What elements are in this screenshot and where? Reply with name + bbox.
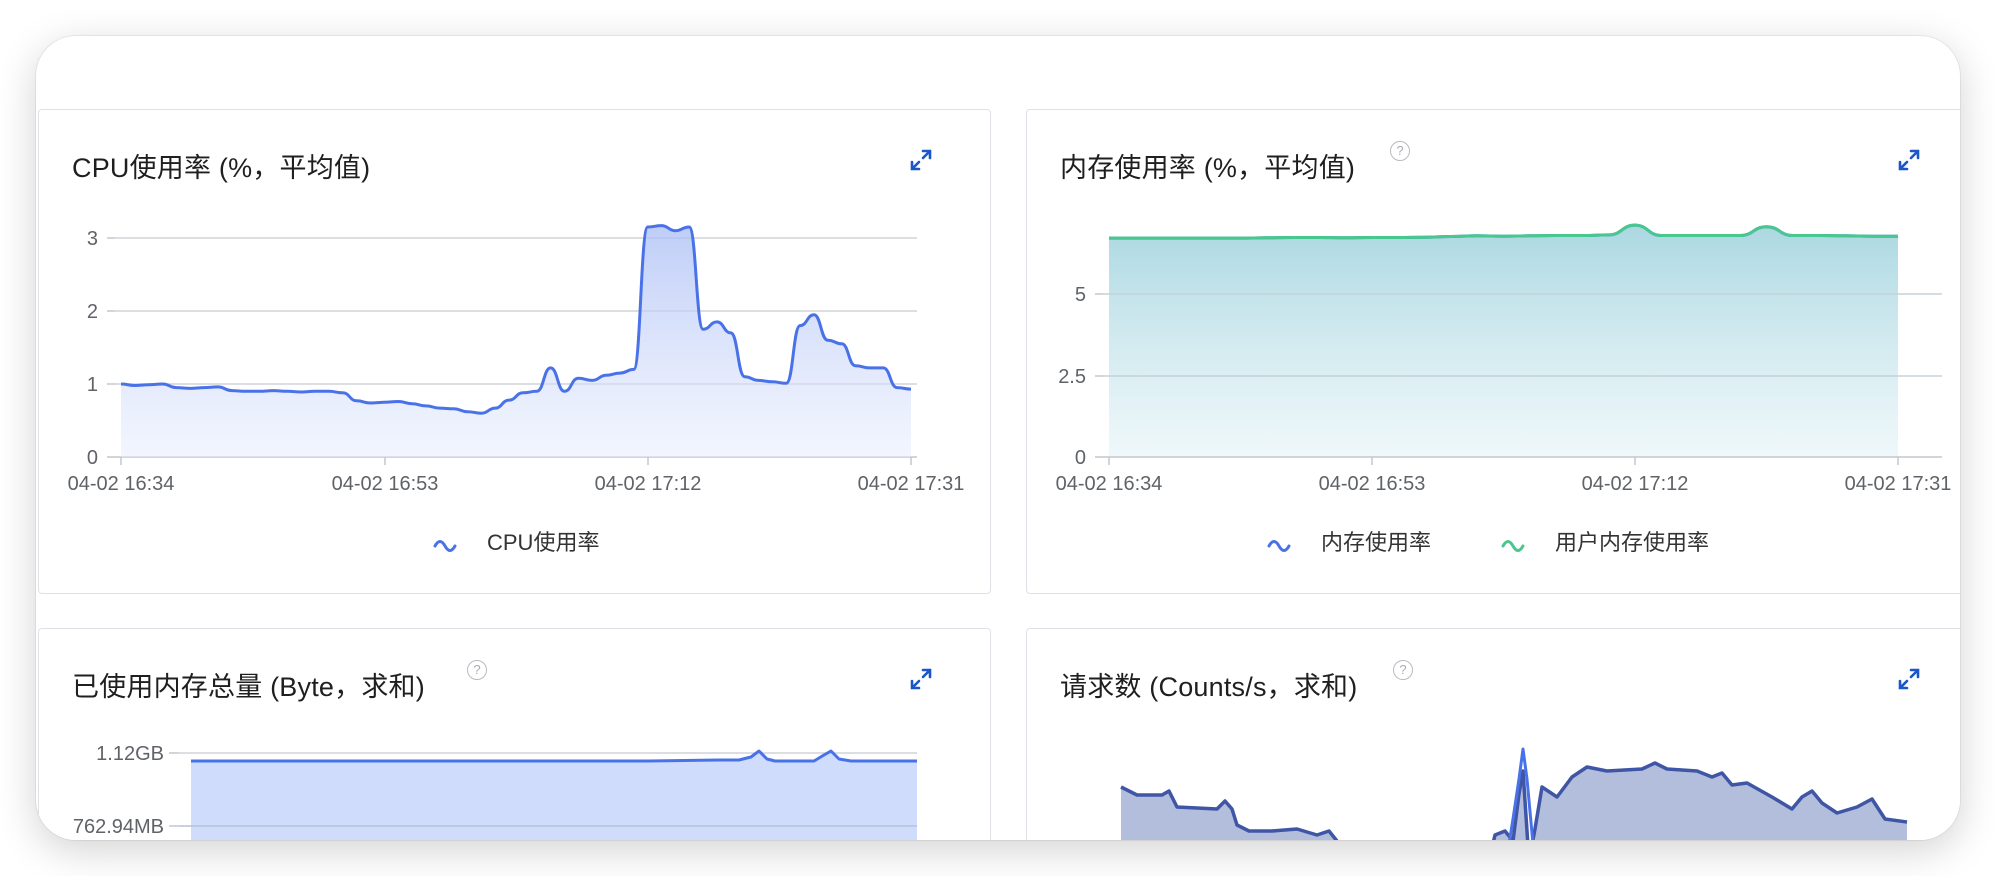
request-count-chart: 5000 <box>1055 747 1908 840</box>
panel-request-count: 请求数 (Counts/s，求和) ? 5000 <box>1026 628 1960 840</box>
panel-used-memory-total: 已使用内存总量 (Byte，求和) ? 1.12GB 762.94MB <box>38 628 991 840</box>
x-tick-label: 04-02 16:53 <box>332 473 439 495</box>
wave-icon <box>433 540 457 552</box>
wave-icon <box>1267 540 1291 552</box>
y-tick-label: 762.94MB <box>73 816 164 838</box>
wave-icon <box>1501 540 1525 552</box>
y-tick-label: 0 <box>1075 447 1086 469</box>
window: CPU使用率 (%，平均值) 3 2 1 0 04-02 16:34 04-02… <box>36 36 1960 840</box>
used-memory-chart: 1.12GB 762.94MB <box>73 743 917 840</box>
x-tick-label: 04-02 16:34 <box>1056 473 1163 495</box>
x-tick-label: 04-02 17:12 <box>1582 473 1689 495</box>
legend-label: 内存使用率 <box>1321 530 1431 555</box>
panel-memory-usage: 内存使用率 (%，平均值) ? 5 2.5 0 04-02 16:34 04-0… <box>1026 109 1960 594</box>
legend-label: 用户内存使用率 <box>1555 530 1709 555</box>
y-tick-label: 1 <box>87 374 98 396</box>
y-tick-label: 5 <box>1075 284 1086 306</box>
y-tick-label: 2 <box>87 301 98 323</box>
x-tick-label: 04-02 17:12 <box>595 473 702 495</box>
cpu-area-fill <box>121 225 911 457</box>
legend-item-memory[interactable]: 内存使用率 <box>1267 530 1431 555</box>
x-tick-label: 04-02 17:31 <box>1845 473 1952 495</box>
memory-chart: 5 2.5 0 04-02 16:34 04-02 16:53 04-02 17… <box>1056 223 1952 555</box>
legend-label: CPU使用率 <box>487 530 599 555</box>
memory-area-fill <box>1109 225 1898 457</box>
legend-item-user-memory[interactable]: 用户内存使用率 <box>1501 530 1709 555</box>
cpu-chart: 3 2 1 0 04-02 16:34 04-02 16:53 04-02 17… <box>68 224 965 555</box>
panel-cpu-usage: CPU使用率 (%，平均值) 3 2 1 0 04-02 16:34 04-02… <box>38 109 991 594</box>
y-tick-label: 5000 <box>1055 839 1100 840</box>
legend-item-cpu[interactable]: CPU使用率 <box>433 530 599 555</box>
y-tick-label: 1.12GB <box>96 743 164 765</box>
x-tick-label: 04-02 16:53 <box>1319 473 1426 495</box>
y-tick-label: 3 <box>87 228 98 250</box>
y-tick-label: 2.5 <box>1058 366 1086 388</box>
y-tick-label: 0 <box>87 447 98 469</box>
x-tick-label: 04-02 16:34 <box>68 473 175 495</box>
x-tick-label: 04-02 17:31 <box>858 473 965 495</box>
